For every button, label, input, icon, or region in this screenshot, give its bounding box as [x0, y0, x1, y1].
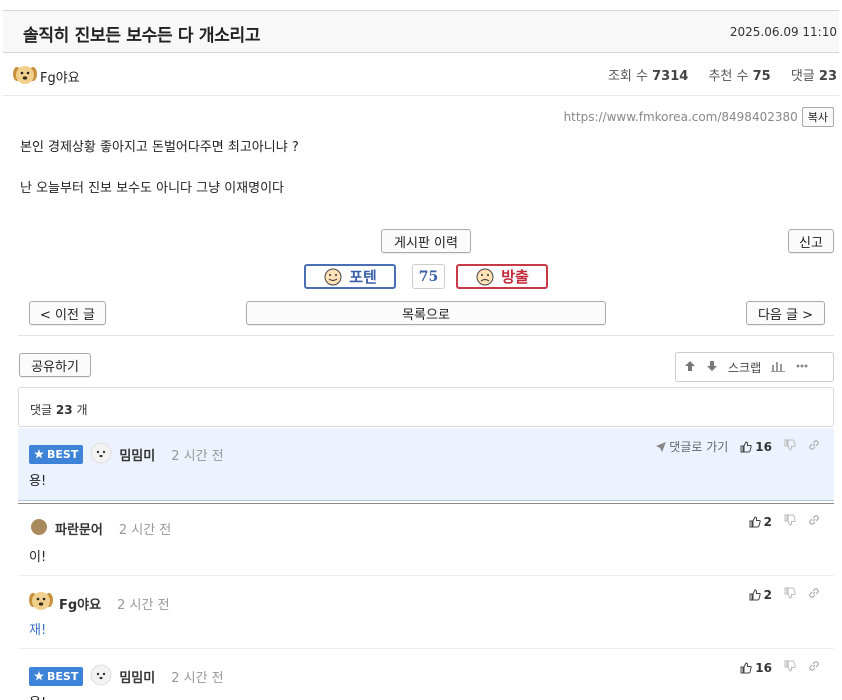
thumbs-down-icon[interactable]	[784, 439, 796, 454]
thumbs-up-icon	[749, 588, 761, 600]
thumbs-up-icon	[740, 440, 752, 452]
comment-item: BEST 밈밈미 2 시간 전 용! 16	[18, 650, 834, 700]
best-badge: BEST	[29, 666, 84, 686]
round-avatar-icon[interactable]	[29, 516, 49, 540]
bar-chart-icon[interactable]	[771, 360, 786, 375]
report-button[interactable]: 신고	[788, 229, 834, 253]
list-button[interactable]: 목록으로	[246, 301, 606, 325]
vote-down-label: 방출	[501, 268, 529, 286]
copy-url-button[interactable]: 복사	[801, 107, 834, 127]
like-button[interactable]: 2	[749, 515, 772, 529]
link-icon[interactable]	[808, 514, 820, 529]
post-stats: 조회 수 7314 추천 수 75 댓글 23	[592, 65, 837, 84]
views-stat: 조회 수 7314	[607, 69, 689, 84]
thumbs-up-icon	[749, 515, 761, 527]
post-meta: Fg야요 조회 수 7314 추천 수 75 댓글 23	[3, 54, 839, 96]
post-date: 2025.06.09 11:10	[729, 25, 837, 39]
arrow-down-icon[interactable]	[706, 360, 718, 375]
post-header: 솔직히 진보든 보수든 다 개소리고 2025.06.09 11:10	[3, 10, 839, 53]
thumbs-up-icon	[740, 661, 752, 673]
thumbs-down-icon[interactable]	[784, 587, 796, 602]
commenter-name[interactable]: 밈밈미	[119, 445, 155, 464]
comment-time: 2 시간 전	[171, 448, 224, 464]
post-title: 솔직히 진보든 보수든 다 개소리고	[23, 26, 261, 46]
best-badge: BEST	[29, 444, 84, 464]
permalink-url[interactable]: https://www.fmkorea.com/8498402380	[564, 110, 798, 124]
comment-item: BEST 밈밈미 2 시간 전 용! 댓글로 가기 16	[18, 428, 834, 501]
body-line: 난 오늘부터 진보 보수도 아니다 그냥 이재명이다	[20, 181, 284, 196]
like-button[interactable]: 16	[740, 661, 772, 675]
body-line: 본인 경제상황 좋아지고 돈벌어다주면 최고아니냐 ?	[20, 140, 299, 155]
comment-time: 2 시간 전	[118, 522, 172, 538]
angry-face-icon	[476, 268, 494, 285]
share-button[interactable]: 공유하기	[19, 353, 91, 377]
divider	[18, 335, 834, 336]
comment-item: Fg야요 2 시간 전 재! 2	[18, 577, 834, 649]
commenter-name[interactable]: 밈밈미	[119, 667, 155, 686]
send-arrow-icon	[656, 441, 667, 452]
link-icon[interactable]	[808, 439, 820, 454]
link-icon[interactable]	[808, 660, 820, 675]
prev-post-button[interactable]: < 이전 글	[29, 301, 106, 325]
comment-count-bar: 댓글 23 개	[18, 387, 834, 427]
comment-text: 재!	[29, 623, 47, 638]
post-body: 본인 경제상황 좋아지고 돈벌어다주면 최고아니냐 ? 난 오늘부터 진보 보수…	[20, 138, 299, 220]
star-icon	[34, 671, 44, 681]
thumbs-down-icon[interactable]	[784, 514, 796, 529]
dog-avatar-icon[interactable]	[13, 63, 37, 91]
dog-avatar-icon[interactable]	[29, 589, 53, 617]
comment-text: 용!	[29, 692, 46, 700]
comment-item: 파란문어 2 시간 전 이! 2	[18, 503, 834, 576]
comment-text: 용!	[29, 474, 47, 489]
arrow-up-icon[interactable]	[684, 360, 696, 375]
more-icon[interactable]	[795, 360, 809, 375]
vote-count: 75	[412, 264, 445, 289]
author-name[interactable]: Fg야요	[40, 67, 80, 86]
vote-up-button[interactable]: 포텐	[304, 264, 396, 289]
next-post-button[interactable]: 다음 글 >	[746, 301, 825, 325]
thumbs-down-icon[interactable]	[784, 660, 796, 675]
like-button[interactable]: 16	[740, 440, 772, 454]
post-toolbar: 스크랩	[675, 352, 834, 382]
goto-comment-link[interactable]: 댓글로 가기	[656, 438, 728, 455]
thumb-up-face-icon	[324, 268, 342, 285]
scrap-button[interactable]: 스크랩	[728, 359, 761, 376]
permalink-row: https://www.fmkorea.com/8498402380 복사	[564, 107, 834, 127]
comment-text: 이!	[29, 550, 47, 565]
comment-time: 2 시간 전	[117, 597, 170, 613]
white-dog-avatar-icon[interactable]	[89, 662, 113, 690]
recommends-stat: 추천 수 75	[708, 69, 771, 84]
comments-stat: 댓글 23	[790, 69, 837, 84]
comment-count: 23	[55, 403, 73, 417]
star-icon	[34, 449, 44, 459]
white-dog-avatar-icon[interactable]	[89, 440, 113, 468]
vote-up-label: 포텐	[349, 268, 377, 286]
board-history-button[interactable]: 게시판 이력	[381, 229, 471, 253]
like-button[interactable]: 2	[749, 588, 772, 602]
commenter-name[interactable]: Fg야요	[59, 594, 101, 613]
commenter-name[interactable]: 파란문어	[55, 519, 103, 538]
vote-down-button[interactable]: 방출	[456, 264, 548, 289]
comment-time: 2 시간 전	[171, 670, 224, 686]
link-icon[interactable]	[808, 587, 820, 602]
